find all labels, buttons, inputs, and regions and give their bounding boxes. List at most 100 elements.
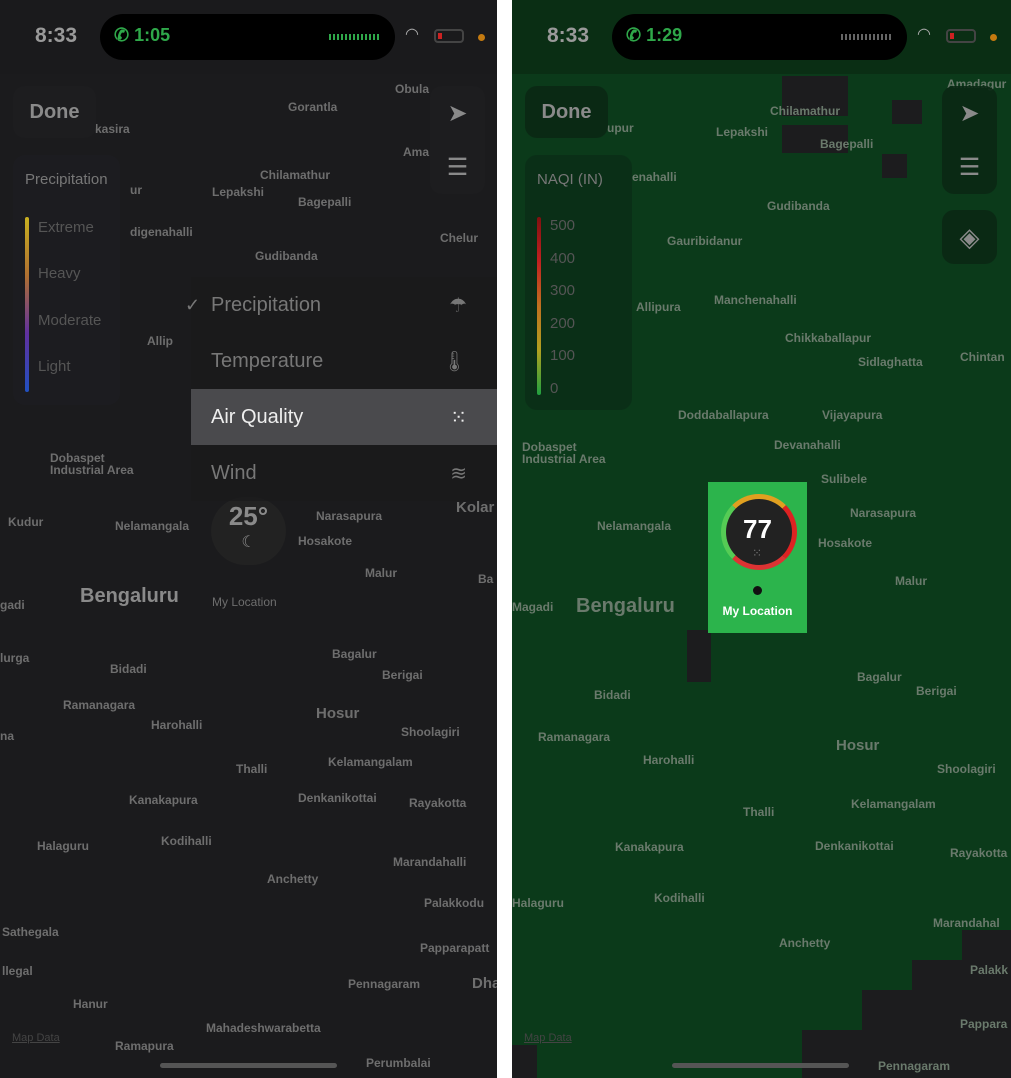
place-label: na bbox=[0, 729, 15, 743]
precipitation-legend: Precipitation Extreme Heavy Moderate Lig… bbox=[13, 155, 120, 405]
no-data-tile bbox=[687, 630, 711, 682]
menu-item-wind[interactable]: Wind ≋ bbox=[191, 445, 497, 501]
call-timer: ✆ 1:05 bbox=[114, 25, 171, 45]
dynamic-island[interactable]: ✆ 1:05 bbox=[100, 14, 395, 60]
wifi-icon: ◠ bbox=[917, 26, 931, 43]
place-label: Ramanagara bbox=[63, 698, 136, 712]
home-indicator[interactable] bbox=[672, 1063, 849, 1068]
temperature-pin[interactable]: 25° ☾ bbox=[211, 497, 286, 565]
place-label: Bidadi bbox=[594, 688, 631, 702]
map-controls: ➤ ☰ bbox=[430, 86, 485, 194]
checkmark-icon: ✓ bbox=[185, 294, 201, 315]
wifi-icon: ◠ bbox=[405, 26, 419, 43]
place-label: Dha bbox=[472, 975, 497, 992]
battery-icon bbox=[434, 29, 464, 43]
place-label: Ramanagara bbox=[538, 730, 611, 744]
place-label: Papparapatt bbox=[420, 941, 490, 955]
call-timer: ✆ 1:29 bbox=[626, 25, 683, 45]
place-label: Kanakapura bbox=[129, 793, 198, 807]
aqi-location-pin[interactable]: 77 ⁙ My Location bbox=[708, 482, 807, 633]
place-label: lurga bbox=[0, 651, 30, 665]
place-label: llegal bbox=[2, 964, 33, 978]
place-label: Perumbalai bbox=[366, 1056, 431, 1070]
dynamic-island[interactable]: ✆ 1:29 bbox=[612, 14, 907, 60]
place-label: Berigai bbox=[382, 668, 423, 682]
place-label: Palakkodu bbox=[424, 896, 485, 910]
layers-button[interactable]: ◈ bbox=[942, 210, 997, 264]
map-data-link[interactable]: Map Data bbox=[12, 1032, 60, 1044]
place-label: Rayakotta bbox=[409, 796, 467, 810]
list-icon[interactable]: ☰ bbox=[942, 140, 997, 194]
place-label: Anchetty bbox=[779, 936, 831, 950]
menu-item-precipitation[interactable]: ✓ Precipitation ☂ bbox=[185, 277, 497, 333]
location-arrow-icon[interactable]: ➤ bbox=[430, 86, 485, 140]
no-data-tile bbox=[882, 154, 907, 178]
place-label: Kodihalli bbox=[654, 891, 705, 905]
air-quality-dots-icon: ⁙ bbox=[450, 406, 467, 429]
place-label: upur bbox=[607, 121, 634, 135]
menu-item-air-quality[interactable]: Air Quality ⁙ bbox=[191, 389, 497, 445]
place-label: Industrial Area bbox=[522, 452, 606, 466]
place-label: Chikkaballapur bbox=[785, 331, 872, 345]
map-layer-menu: ✓ Precipitation ☂ Temperature 🌡 Air Quality… bbox=[185, 277, 497, 501]
legend-level: Light bbox=[38, 358, 71, 375]
menu-item-temperature[interactable]: Temperature 🌡 bbox=[191, 333, 497, 389]
place-label: Pappara bbox=[960, 1017, 1008, 1031]
place-label: Rayakotta bbox=[950, 846, 1008, 860]
battery-icon bbox=[946, 29, 976, 43]
place-label: Bengaluru bbox=[576, 595, 675, 617]
done-button[interactable]: Done bbox=[13, 86, 96, 138]
call-time: 1:05 bbox=[134, 25, 171, 45]
place-label: Magadi bbox=[512, 600, 554, 614]
place-label: Harohalli bbox=[643, 753, 695, 767]
legend-level: 200 bbox=[550, 315, 576, 332]
place-label: Malur bbox=[365, 566, 398, 580]
place-label: Halaguru bbox=[512, 896, 565, 910]
layers-icon: ◈ bbox=[959, 221, 980, 252]
place-label: Denkanikottai bbox=[298, 791, 377, 805]
place-label: Kolar bbox=[456, 499, 495, 516]
place-label: Bagalur bbox=[857, 670, 902, 684]
status-bar: 8:33 ✆ 1:29 ◠ bbox=[512, 0, 1011, 74]
place-label: Gudibanda bbox=[767, 199, 830, 213]
no-data-tile bbox=[512, 1045, 537, 1078]
menu-item-label: Precipitation bbox=[211, 293, 322, 316]
legend-level: 500 bbox=[550, 217, 576, 234]
place-label: Palakk bbox=[970, 963, 1009, 977]
place-label: gadi bbox=[0, 598, 25, 612]
place-label: Narasapura bbox=[316, 509, 383, 523]
place-label: Bagepalli bbox=[820, 137, 874, 151]
place-label: Doddaballapura bbox=[678, 408, 769, 422]
legend-scale bbox=[25, 217, 29, 392]
legend-level: Extreme bbox=[38, 219, 94, 236]
mic-indicator-icon bbox=[990, 34, 997, 41]
legend-level: Moderate bbox=[38, 312, 102, 329]
wind-icon: ≋ bbox=[450, 462, 467, 485]
legend-level: 0 bbox=[550, 380, 559, 397]
place-label: Sulibele bbox=[821, 472, 868, 486]
place-label: Kelamangalam bbox=[851, 797, 936, 811]
home-indicator[interactable] bbox=[160, 1063, 337, 1068]
no-data-tile bbox=[892, 100, 922, 124]
call-time: 1:29 bbox=[646, 25, 683, 45]
place-label: Berigai bbox=[916, 684, 957, 698]
done-button[interactable]: Done bbox=[525, 86, 608, 138]
place-label: Hosakote bbox=[298, 534, 353, 548]
location-arrow-icon[interactable]: ➤ bbox=[942, 86, 997, 140]
map-controls: ➤ ☰ bbox=[942, 86, 997, 194]
place-label: Mahadeshwarabetta bbox=[206, 1021, 321, 1035]
place-label: ur bbox=[130, 183, 142, 197]
my-location-label: My Location bbox=[212, 595, 277, 609]
place-label: Gauribidanur bbox=[667, 234, 743, 248]
moon-stars-icon: ☾ bbox=[241, 534, 256, 551]
place-label: digenahalli bbox=[130, 225, 193, 239]
place-label: Pennagaram bbox=[878, 1059, 951, 1073]
list-icon[interactable]: ☰ bbox=[430, 140, 485, 194]
map-data-link[interactable]: Map Data bbox=[524, 1032, 572, 1044]
legend-level: Heavy bbox=[38, 265, 81, 282]
place-label: Shoolagiri bbox=[937, 762, 996, 776]
place-label: Chintan bbox=[960, 350, 1005, 364]
legend-title: NAQI (IN) bbox=[537, 171, 603, 188]
place-label: Manchenahalli bbox=[714, 293, 797, 307]
place-label: Ama bbox=[403, 145, 430, 159]
